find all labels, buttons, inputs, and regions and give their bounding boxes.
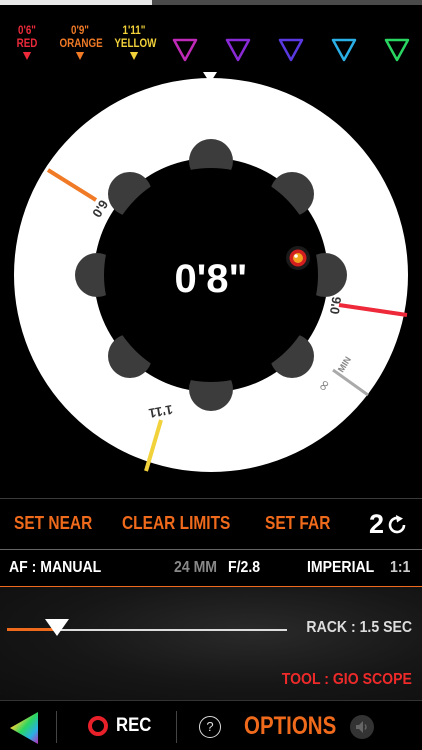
mark-slot-purple-triangle-icon[interactable] — [225, 38, 251, 62]
aperture-label[interactable]: F/2.8 — [228, 559, 260, 577]
record-icon — [88, 716, 108, 736]
toolbar-divider — [56, 711, 57, 743]
current-distance-readout: 0'8" — [175, 257, 248, 301]
options-button[interactable]: OPTIONS — [244, 712, 336, 741]
rotation-handle-icon[interactable] — [286, 246, 310, 270]
focus-marks-row: 0'6" RED 0'9" ORANGE 1'11" YELLOW — [0, 8, 422, 74]
mark-red-label: RED — [16, 36, 38, 50]
record-button[interactable]: REC — [88, 715, 156, 737]
mark-slot-magenta-triangle-icon[interactable] — [172, 38, 198, 62]
clear-limits-button[interactable]: CLEAR LIMITS — [122, 513, 230, 534]
mark-red-triangle-icon — [22, 52, 32, 60]
rotation-counter-button[interactable]: 2 — [369, 509, 408, 540]
focus-dial-area: 0'9 0'6 1'11 MIN ∞ 0'8" — [0, 72, 422, 496]
mark-slot-green-triangle-icon[interactable] — [384, 38, 410, 62]
mark-yellow[interactable]: 1'11" YELLOW — [114, 24, 157, 60]
mark-orange[interactable]: 0'9" ORANGE — [59, 24, 103, 60]
set-far-button[interactable]: SET FAR — [265, 513, 330, 534]
mark-orange-triangle-icon — [75, 52, 85, 60]
mark-yellow-label: YELLOW — [114, 36, 157, 50]
rack-panel: RACK : 1.5 SEC TOOL : GIO SCOPE — [0, 587, 422, 700]
progress-bar — [0, 0, 422, 5]
ratio-label[interactable]: 1:1 — [390, 559, 410, 577]
mark-orange-label: ORANGE — [59, 36, 103, 50]
units-label[interactable]: IMPERIAL — [307, 559, 374, 577]
rack-duration-label[interactable]: RACK : 1.5 SEC — [306, 619, 412, 637]
sound-button[interactable] — [350, 715, 374, 739]
tool-label[interactable]: TOOL : GIO SCOPE — [282, 671, 412, 689]
focal-length-label[interactable]: 24 MM — [174, 559, 217, 577]
toolbar-divider — [176, 711, 177, 743]
mark-slot-indigo-triangle-icon[interactable] — [278, 38, 304, 62]
rotation-counter-value: 2 — [368, 509, 384, 539]
mark-slot-cyan-triangle-icon[interactable] — [331, 38, 357, 62]
record-label: REC — [116, 715, 152, 736]
mark-yellow-triangle-icon — [129, 52, 139, 60]
help-button[interactable]: ? — [199, 716, 221, 738]
rotate-cw-icon — [388, 514, 406, 533]
rack-slider[interactable] — [7, 619, 287, 636]
focus-dial[interactable]: 0'9 0'6 1'11 MIN ∞ 0'8" — [0, 72, 422, 496]
color-palette-icon[interactable] — [8, 711, 40, 745]
limits-button-row: SET NEAR CLEAR LIMITS SET FAR 2 — [0, 498, 422, 548]
speaker-icon — [356, 721, 367, 733]
af-mode-label[interactable]: AF : MANUAL — [9, 559, 101, 577]
progress-fill — [0, 0, 152, 5]
rack-slider-thumb[interactable] — [45, 619, 70, 636]
mark-red[interactable]: 0'6" RED — [11, 24, 42, 60]
lens-info-row: AF : MANUAL 24 MM F/2.8 IMPERIAL 1:1 — [0, 549, 422, 587]
bottom-toolbar: REC ? OPTIONS — [0, 700, 422, 750]
set-near-button[interactable]: SET NEAR — [14, 513, 92, 534]
dial-label-near: 0'6 — [327, 296, 344, 315]
